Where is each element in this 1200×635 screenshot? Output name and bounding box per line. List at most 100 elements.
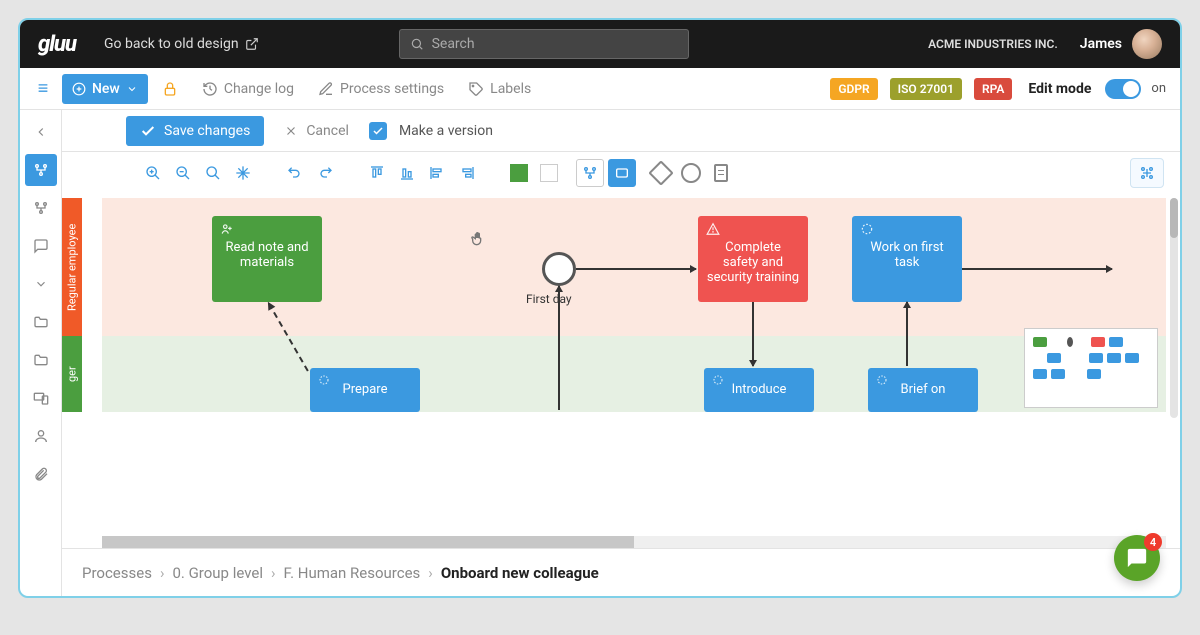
sidebar-tree-icon[interactable]: [25, 192, 57, 224]
warning-icon: [706, 222, 720, 236]
breadcrumb-current: Onboard new colleague: [441, 564, 599, 582]
search-input[interactable]: Search: [399, 29, 689, 59]
save-changes-button[interactable]: Save changes: [126, 116, 264, 146]
cancel-button[interactable]: Cancel: [270, 123, 363, 139]
process-canvas[interactable]: Regular employee ger Read note and mater…: [62, 194, 1180, 548]
swimlane-manager: [102, 336, 1166, 412]
user-task-icon: [220, 222, 234, 236]
sidebar-user-icon[interactable]: [25, 420, 57, 452]
breadcrumb-item[interactable]: 0. Group level: [172, 564, 263, 582]
node-prepare[interactable]: Prepare: [310, 368, 420, 412]
chevron-right-icon: ›: [428, 564, 433, 582]
edit-mode-toggle[interactable]: [1105, 79, 1141, 99]
company-name: ACME INDUSTRIES INC.: [928, 37, 1058, 51]
sidebar-collapse-icon[interactable]: [25, 116, 57, 148]
node-introduce[interactable]: Introduce: [704, 368, 814, 412]
sidebar-folder1-icon[interactable]: [25, 306, 57, 338]
node-read-note[interactable]: Read note and materials: [212, 216, 322, 302]
logo: gluu: [38, 32, 76, 57]
chat-button[interactable]: 4: [1114, 535, 1160, 581]
history-icon: [202, 81, 218, 97]
left-sidebar: [20, 110, 62, 596]
node-brief-on[interactable]: Brief on: [868, 368, 978, 412]
expand-panel-icon[interactable]: [1130, 158, 1164, 188]
top-header: gluu Go back to old design Search ACME I…: [20, 20, 1180, 68]
toggle-state-label: on: [1151, 81, 1166, 96]
node-prepare-label: Prepare: [343, 382, 388, 397]
zoom-in-icon[interactable]: [140, 160, 166, 186]
rpa-badge[interactable]: RPA: [974, 78, 1012, 100]
new-button[interactable]: New: [62, 74, 148, 104]
chat-icon: [1126, 547, 1148, 569]
menu-icon[interactable]: ≡: [28, 78, 58, 99]
sidebar-devices-icon[interactable]: [25, 382, 57, 414]
cancel-label: Cancel: [306, 123, 349, 139]
save-label: Save changes: [164, 123, 250, 139]
tag-icon: [468, 81, 484, 97]
edge-safety-to-introduce: [752, 302, 754, 366]
avatar[interactable]: [1132, 29, 1162, 59]
align-right-icon[interactable]: [454, 160, 480, 186]
undo-icon[interactable]: [282, 160, 308, 186]
back-to-old-design-link[interactable]: Go back to old design: [104, 36, 259, 52]
sidebar-diagram-icon[interactable]: [25, 154, 57, 186]
start-event[interactable]: [542, 252, 576, 286]
action-bar: Save changes Cancel Make a version: [62, 110, 1180, 152]
process-settings-label: Process settings: [340, 81, 444, 97]
minimap[interactable]: [1024, 328, 1158, 408]
plus-icon: [72, 82, 86, 96]
loop-icon: [860, 222, 874, 236]
edge-first-task-right: [962, 268, 1112, 270]
loop-icon: [876, 374, 888, 386]
search-icon: [410, 37, 424, 51]
chevron-right-icon: ›: [160, 564, 165, 582]
node-first-task[interactable]: Work on first task: [852, 216, 962, 302]
shape-subprocess-icon[interactable]: [576, 159, 604, 187]
make-version-label: Make a version: [399, 123, 493, 139]
node-brief-on-label: Brief on: [901, 382, 946, 397]
align-left-icon[interactable]: [424, 160, 450, 186]
breadcrumb-item[interactable]: Processes: [82, 564, 152, 582]
gdpr-badge[interactable]: GDPR: [830, 78, 877, 100]
labels-button[interactable]: Labels: [458, 74, 541, 104]
sidebar-comments-icon[interactable]: [25, 230, 57, 262]
new-label: New: [92, 81, 120, 97]
sidebar-folder2-icon[interactable]: [25, 344, 57, 376]
process-settings-button[interactable]: Process settings: [308, 74, 454, 104]
sidebar-chevron-down-icon[interactable]: [25, 268, 57, 300]
breadcrumb-item[interactable]: F. Human Resources: [284, 564, 421, 582]
shape-task-icon[interactable]: [608, 159, 636, 187]
shape-event-icon[interactable]: [678, 160, 704, 186]
canvas-toolbar: [62, 152, 1180, 194]
zoom-out-icon[interactable]: [170, 160, 196, 186]
loop-icon: [712, 374, 724, 386]
align-top-icon[interactable]: [364, 160, 390, 186]
shape-gateway-icon[interactable]: [648, 160, 674, 186]
redo-icon[interactable]: [312, 160, 338, 186]
lane2-label: ger: [62, 336, 82, 412]
shape-document-icon[interactable]: [708, 160, 734, 186]
horizontal-scrollbar[interactable]: [102, 536, 1166, 548]
pan-icon[interactable]: [230, 160, 256, 186]
lock-icon: [162, 81, 178, 97]
color-green-swatch[interactable]: [506, 160, 532, 186]
change-log-button[interactable]: Change log: [192, 74, 304, 104]
node-read-note-label: Read note and materials: [225, 240, 308, 270]
sidebar-attachment-icon[interactable]: [25, 458, 57, 490]
make-version-checkbox[interactable]: [369, 122, 387, 140]
node-safety-training[interactable]: Complete safety and security training: [698, 216, 808, 302]
username: James: [1080, 36, 1122, 52]
color-blank-swatch[interactable]: [536, 160, 562, 186]
old-design-label: Go back to old design: [104, 36, 239, 52]
align-bottom-icon[interactable]: [394, 160, 420, 186]
vertical-scrollbar[interactable]: [1170, 198, 1178, 418]
external-link-icon: [245, 37, 259, 51]
lock-button[interactable]: [152, 74, 188, 104]
chat-badge-count: 4: [1144, 533, 1162, 551]
node-introduce-label: Introduce: [732, 382, 787, 397]
lane1-label: Regular employee: [62, 198, 82, 336]
zoom-fit-icon[interactable]: [200, 160, 226, 186]
edit-mode-label: Edit mode: [1028, 81, 1091, 97]
loop-icon: [318, 374, 330, 386]
iso-badge[interactable]: ISO 27001: [890, 78, 962, 100]
